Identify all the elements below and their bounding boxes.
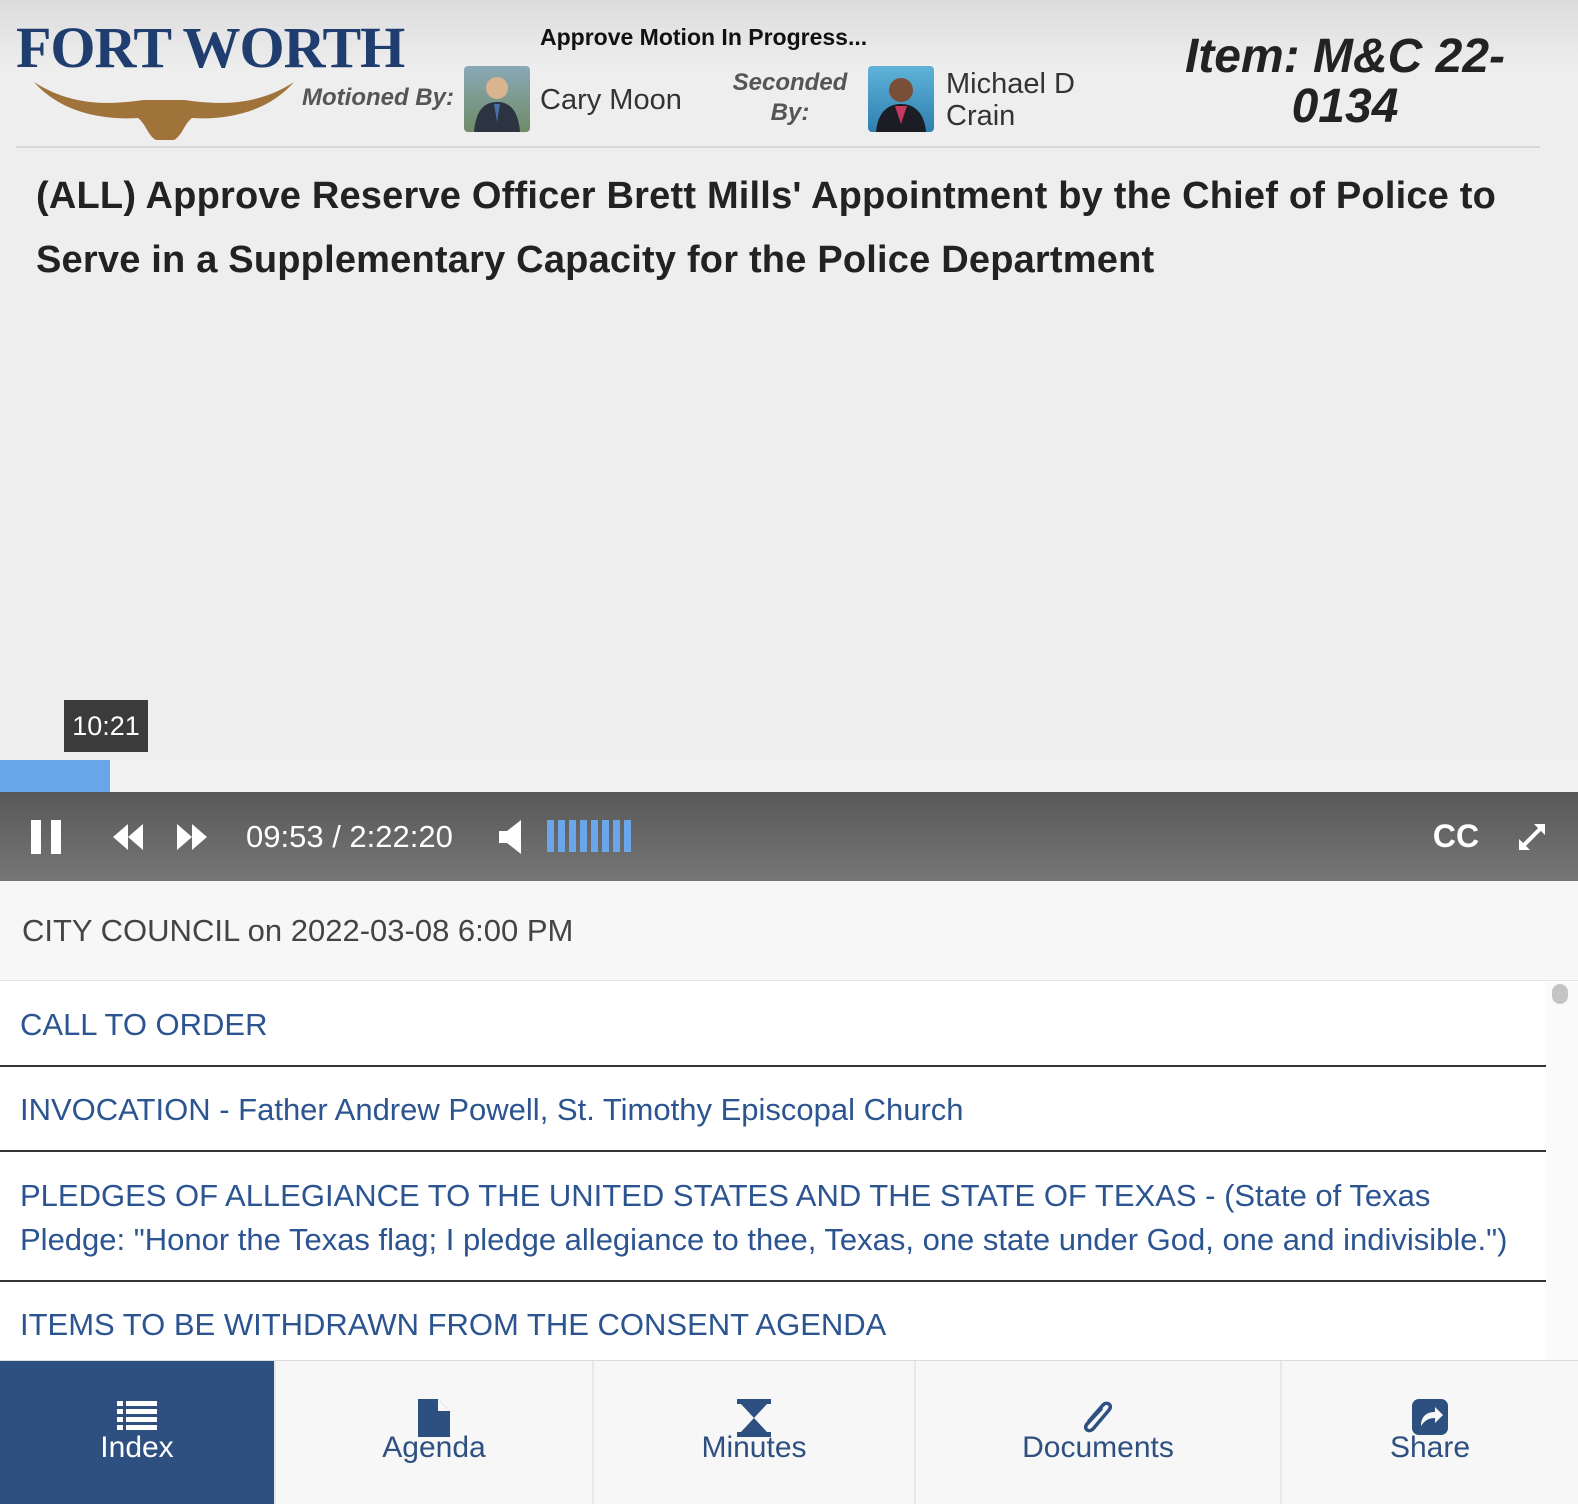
expand-icon: [1519, 823, 1545, 850]
motioned-by-avatar: [464, 66, 530, 132]
list-icon: [117, 1401, 157, 1430]
person-icon: [876, 78, 926, 132]
rewind-icon: [113, 823, 143, 850]
longhorn-icon: [34, 82, 294, 140]
rewind-button[interactable]: [106, 792, 150, 881]
time-display: 09:53 / 2:22:20: [246, 819, 453, 854]
fast-forward-icon: [177, 823, 207, 850]
motioned-by-label: Motioned By:: [302, 84, 454, 111]
seek-bar[interactable]: [0, 760, 1578, 792]
volume-level-bar: [602, 820, 609, 852]
volume-level-bar: [613, 820, 620, 852]
agenda-item[interactable]: ITEMS TO BE WITHDRAWN FROM THE CONSENT A…: [0, 1282, 1546, 1360]
tab-minutes[interactable]: Minutes: [594, 1361, 916, 1504]
fullscreen-button[interactable]: [1510, 792, 1554, 881]
volume-level-bar: [558, 820, 565, 852]
volume-level-bar: [591, 820, 598, 852]
tab-index[interactable]: Index: [0, 1361, 276, 1504]
tab-label: Minutes: [701, 1431, 807, 1464]
paperclip-icon: [1083, 1401, 1113, 1433]
agenda-item[interactable]: CALL TO ORDER: [0, 982, 1546, 1067]
video-frame[interactable]: FORT WORTH ® Approve Motion In Progress.…: [0, 0, 1578, 760]
person-icon: [474, 77, 520, 132]
agenda-item[interactable]: INVOCATION - Father Andrew Powell, St. T…: [0, 1067, 1546, 1152]
item-description-line1: (ALL) Approve Reserve Officer Brett Mill…: [36, 175, 1497, 217]
mute-button[interactable]: [490, 792, 530, 881]
bottom-tab-bar: Index Agenda Minutes Documents Share: [0, 1360, 1578, 1504]
volume-level-bar: [547, 820, 554, 852]
item-description: (ALL) Approve Reserve Officer Brett Mill…: [36, 164, 1536, 292]
tab-share[interactable]: Share: [1282, 1361, 1578, 1504]
tab-documents[interactable]: Documents: [916, 1361, 1282, 1504]
motioned-by-name: Cary Moon: [540, 84, 682, 116]
player-controls: 09:53 / 2:22:20 CC: [0, 792, 1578, 881]
tab-label: Agenda: [382, 1431, 486, 1464]
tab-label: Documents: [1022, 1431, 1174, 1464]
agenda-index-list: CALL TO ORDER INVOCATION - Father Andrew…: [0, 982, 1546, 1360]
tab-label: Index: [100, 1431, 174, 1464]
seconded-by-label: Seconded By:: [732, 69, 848, 126]
volume-level-bar: [569, 820, 576, 852]
tab-label: Share: [1389, 1431, 1471, 1464]
motion-status: Approve Motion In Progress...: [540, 24, 868, 50]
logo-word-worth: WORTH: [182, 15, 405, 80]
share-icon: [1412, 1399, 1448, 1435]
volume-level-bar: [580, 820, 587, 852]
fast-forward-button[interactable]: [170, 792, 214, 881]
item-description-line2: Serve in a Supplementary Capacity for th…: [36, 239, 1155, 281]
agenda-scrollbar[interactable]: [1546, 982, 1578, 1360]
tab-agenda[interactable]: Agenda: [276, 1361, 594, 1504]
pause-button[interactable]: [24, 792, 68, 881]
seek-bar-played: [0, 760, 110, 792]
logo-word-fort: FORT: [16, 15, 171, 80]
speaker-icon: [499, 819, 521, 854]
pause-icon: [31, 819, 61, 854]
fort-worth-logo: FORT WORTH ®: [16, 15, 405, 140]
volume-level-bar: [624, 820, 631, 852]
meeting-title: CITY COUNCIL on 2022-03-08 6:00 PM: [22, 913, 574, 948]
seek-time-tooltip: 10:21: [64, 700, 148, 752]
registered-mark: ®: [290, 54, 300, 69]
item-id: Item: M&C 22-0134: [1184, 30, 1506, 133]
scrollbar-thumb[interactable]: [1552, 984, 1568, 1004]
meeting-header: CITY COUNCIL on 2022-03-08 6:00 PM: [0, 881, 1578, 981]
seconded-by-name: Michael D Crain: [946, 68, 1075, 132]
volume-slider[interactable]: [547, 820, 631, 852]
closed-captions-button[interactable]: CC: [1426, 792, 1486, 881]
seconded-by-avatar: [868, 66, 934, 132]
agenda-item[interactable]: PLEDGES OF ALLEGIANCE TO THE UNITED STAT…: [0, 1152, 1546, 1282]
header-divider: [16, 146, 1540, 148]
